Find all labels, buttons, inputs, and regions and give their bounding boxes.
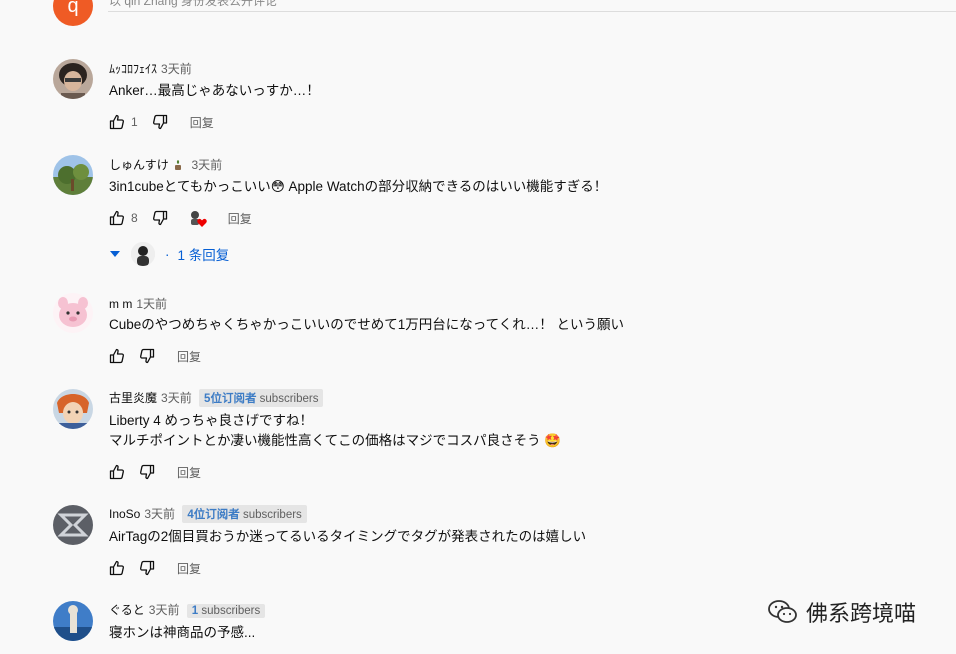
avatar[interactable]: [53, 389, 93, 429]
reply-button[interactable]: 回复: [177, 348, 201, 365]
wechat-icon: [768, 599, 798, 625]
comment-time[interactable]: 3天前: [149, 603, 180, 617]
view-replies-button[interactable]: · 1 条回复: [109, 242, 229, 266]
comment-actions: 8 回复: [109, 208, 252, 228]
comment-text-line-1: Liberty 4 めっちゃ良さげですね！: [109, 413, 314, 428]
thumbs-up-icon[interactable]: [109, 560, 125, 576]
comment-time[interactable]: 1天前: [136, 297, 167, 311]
comment-text: 寝ホンは神商品の予感...: [109, 625, 256, 640]
reply-button[interactable]: 回复: [177, 560, 201, 577]
avatar[interactable]: [53, 505, 93, 545]
avatar[interactable]: [53, 59, 93, 99]
author-name[interactable]: ぐると: [109, 603, 145, 617]
thumbs-up-icon[interactable]: [109, 348, 125, 364]
separator-dot: ·: [165, 246, 170, 262]
chevron-down-icon: [109, 247, 121, 262]
comment-text: 3in1cubeとてもかっこいい😳 Apple Watchの部分収納できるのはい…: [109, 179, 608, 194]
thumbs-down-icon[interactable]: [139, 464, 155, 480]
comment-meta: ぐると 3天前 1 subscribers: [109, 601, 266, 618]
avatar[interactable]: [53, 601, 93, 641]
comment-meta: InoSo 3天前 4位订阅者 subscribers: [109, 505, 307, 523]
comment-time[interactable]: 3天前: [161, 62, 192, 76]
comment-text: Anker…最高じゃあないっすか…！: [109, 83, 320, 98]
subscriber-badge: 4位订阅者 subscribers: [182, 505, 307, 523]
comment-actions: 1 回复: [109, 112, 214, 132]
current-user-avatar: q: [53, 0, 93, 26]
thumbs-up-icon[interactable]: [109, 114, 125, 130]
thumbs-down-icon[interactable]: [152, 210, 168, 226]
replies-count-label[interactable]: 1 条回复: [178, 244, 230, 264]
comment-time[interactable]: 3天前: [191, 158, 222, 172]
thumbs-down-icon[interactable]: [139, 348, 155, 364]
author-name[interactable]: 古里炎魔: [109, 391, 157, 405]
comment-meta: m m 1天前: [109, 295, 167, 312]
comment-meta: 古里炎魔 3天前 5位订阅者 subscribers: [109, 389, 324, 407]
author-name[interactable]: しゅんすけ: [109, 158, 169, 172]
comment-time[interactable]: 3天前: [144, 507, 175, 521]
avatar[interactable]: [53, 155, 93, 195]
comment-actions: 回复: [109, 558, 201, 578]
like-count: 1: [131, 115, 138, 129]
potted-plant-icon: [172, 159, 184, 174]
comment-time[interactable]: 3天前: [161, 391, 192, 405]
comment-input-underline: [108, 11, 956, 12]
thumbs-down-icon[interactable]: [152, 114, 168, 130]
creator-heart-icon: [188, 209, 208, 227]
watermark: 佛系跨境喵: [768, 596, 916, 628]
comment-actions: 回复: [109, 346, 201, 366]
author-name[interactable]: m m: [109, 297, 132, 311]
thumbs-down-icon[interactable]: [139, 560, 155, 576]
thumbs-up-icon[interactable]: [109, 464, 125, 480]
watermark-text: 佛系跨境喵: [806, 601, 917, 626]
comment-text: Cubeのやつめちゃくちゃかっこいいのでせめて1万円台になってくれ…！ という願…: [109, 317, 624, 332]
reply-button[interactable]: 回复: [190, 114, 214, 131]
comment-input-hint[interactable]: 以 qin Zhang 身份发表公开评论: [109, 0, 277, 9]
subscriber-badge: 1 subscribers: [186, 604, 266, 618]
comment-text-line-2: マルチポイントとか凄い機能性高くてこの価格はマジでコスパ良さそう 🤩: [109, 433, 562, 448]
like-count: 8: [131, 211, 138, 225]
subscriber-badge: 5位订阅者 subscribers: [199, 389, 324, 407]
avatar[interactable]: [53, 293, 93, 333]
reply-button[interactable]: 回复: [177, 464, 201, 481]
comment-meta: しゅんすけ 3天前: [109, 156, 222, 174]
author-name[interactable]: InoSo: [109, 507, 140, 521]
author-name[interactable]: ﾑｯｺﾛﾌｪｲｽ: [109, 62, 157, 76]
reply-button[interactable]: 回复: [228, 210, 252, 227]
comment-meta: ﾑｯｺﾛﾌｪｲｽ 3天前: [109, 60, 192, 77]
comment-text: AirTagの2個目買おうか迷ってるいるタイミングでタグが発表されたのは嬉しい: [109, 529, 587, 544]
thumbs-up-icon[interactable]: [109, 210, 125, 226]
reply-author-avatar: [131, 242, 155, 266]
comment-actions: 回复: [109, 462, 201, 482]
